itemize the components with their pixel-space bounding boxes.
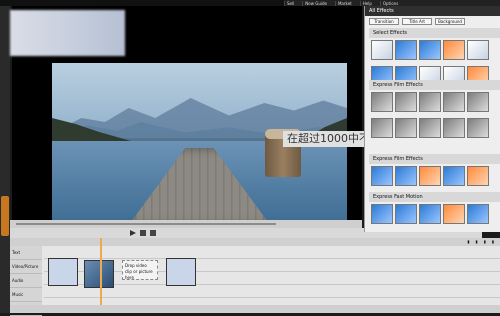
effect-thumb[interactable] <box>443 40 465 60</box>
timeline-toolbar: ▮ ▮ ▮ ▮ <box>10 238 500 246</box>
effect-thumb[interactable] <box>467 166 489 186</box>
bottom-scrollbar[interactable] <box>10 305 500 313</box>
timeline-playhead[interactable] <box>100 238 102 313</box>
effect-thumb[interactable] <box>419 204 441 224</box>
effect-thumb[interactable] <box>371 204 393 224</box>
menu-item[interactable]: Options <box>379 0 400 6</box>
tab-background[interactable]: Background <box>435 18 465 25</box>
track-label-text: Text <box>10 246 42 260</box>
track-label-audio: Audio <box>10 274 42 288</box>
section-header: Select Effects <box>369 28 500 38</box>
stop-icon[interactable] <box>150 230 156 236</box>
effect-thumb[interactable] <box>371 92 393 112</box>
effect-thumb[interactable] <box>395 92 417 112</box>
play-icon[interactable] <box>130 230 136 236</box>
effect-thumb[interactable] <box>443 166 465 186</box>
left-panel-strip <box>0 6 10 313</box>
seek-bar[interactable] <box>10 220 362 228</box>
seek-track[interactable] <box>16 223 276 225</box>
effect-thumb[interactable] <box>371 40 393 60</box>
effect-thumb[interactable] <box>467 92 489 112</box>
effects-grid <box>371 166 489 190</box>
track-label-video: Video/Picture <box>10 260 42 274</box>
section-header: Express Fast Motion <box>369 192 500 202</box>
effect-thumb[interactable] <box>467 118 489 138</box>
timeline-buttons: ▮ ▮ ▮ ▮ <box>467 239 494 244</box>
effect-thumb[interactable] <box>419 40 441 60</box>
menu-item[interactable]: Sell <box>284 0 296 6</box>
menu-item[interactable]: New Guide <box>302 0 329 6</box>
menu-item[interactable]: Help <box>359 0 374 6</box>
effect-thumb[interactable] <box>419 166 441 186</box>
effect-thumb[interactable] <box>371 166 393 186</box>
effect-thumb[interactable] <box>419 92 441 112</box>
fx-button[interactable]: ▮ <box>467 239 469 244</box>
tab-transition[interactable]: Transition <box>369 18 399 25</box>
effects-panel: All Effects Transition Title Art Backgro… <box>364 6 500 232</box>
blurred-header-area <box>10 10 125 56</box>
panel-tabs: Transition Title Art Background <box>369 18 465 25</box>
video-clip[interactable] <box>48 258 78 286</box>
effects-grid <box>371 204 489 228</box>
effect-thumb[interactable] <box>395 204 417 224</box>
pause-icon[interactable] <box>140 230 146 236</box>
effect-thumb[interactable] <box>419 118 441 138</box>
fx-button[interactable]: ▮ <box>484 239 486 244</box>
timeline: Text Video/Picture Audio Music Speaker D… <box>10 246 500 316</box>
effect-thumb[interactable] <box>395 118 417 138</box>
drop-placeholder[interactable]: Drop video clip or picture here <box>122 260 158 280</box>
effect-thumb[interactable] <box>395 40 417 60</box>
video-clip[interactable] <box>166 258 196 286</box>
effect-thumb[interactable] <box>443 92 465 112</box>
panel-handle[interactable] <box>1 196 9 236</box>
fx-button[interactable]: ▮ <box>492 239 494 244</box>
section-header: Express Film Effects <box>369 154 500 164</box>
section-header: Express Film Effects <box>369 80 500 90</box>
effect-thumb[interactable] <box>395 166 417 186</box>
effect-thumb[interactable] <box>467 204 489 224</box>
effect-thumb[interactable] <box>443 204 465 224</box>
video-clip[interactable] <box>84 260 114 288</box>
effect-thumb[interactable] <box>467 40 489 60</box>
tab-title-art[interactable]: Title Art <box>402 18 432 25</box>
effect-thumb[interactable] <box>371 118 393 138</box>
effects-grid <box>371 92 489 142</box>
effect-thumb[interactable] <box>443 118 465 138</box>
fx-button[interactable]: ▮ <box>475 239 477 244</box>
panel-title: All Effects <box>365 6 500 16</box>
menu-item[interactable]: Market <box>334 0 354 6</box>
text-lane[interactable] <box>44 246 500 259</box>
track-labels: Text Video/Picture Audio Music Speaker <box>10 246 42 316</box>
track-label-music: Music <box>10 288 42 302</box>
